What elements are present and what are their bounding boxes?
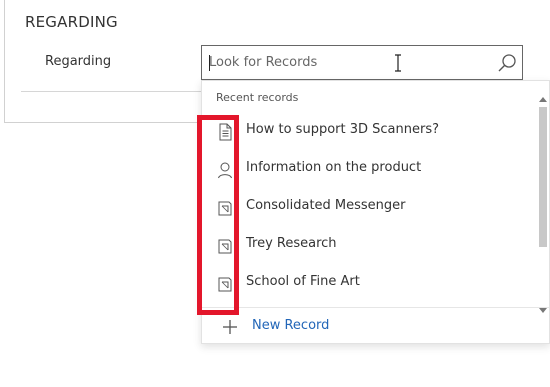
record-label: Trey Research: [246, 236, 337, 251]
recent-record-item[interactable]: Consolidated Messenger: [202, 189, 536, 227]
field-divider: [21, 91, 207, 92]
regarding-field-label: Regarding: [45, 54, 112, 69]
record-label: Information on the product: [246, 160, 422, 175]
recent-record-item[interactable]: Trey Research: [202, 227, 536, 265]
text-caret: [209, 55, 210, 71]
recent-records-heading: Recent records: [216, 91, 299, 104]
plus-icon: [223, 320, 237, 334]
new-record-label: New Record: [252, 318, 330, 333]
scroll-up-arrow-icon[interactable]: [539, 97, 547, 102]
scrollbar-thumb[interactable]: [539, 107, 547, 247]
lookup-results-dropdown: Recent records How to support 3D Scanner…: [201, 80, 550, 344]
account-icon: [218, 201, 232, 216]
record-label: Consolidated Messenger: [246, 198, 406, 213]
regarding-lookup-field[interactable]: [201, 45, 523, 80]
recent-record-item[interactable]: School of Fine Art: [202, 265, 536, 303]
document-icon: [219, 123, 232, 141]
account-icon: [218, 239, 232, 254]
record-label: How to support 3D Scanners?: [246, 122, 439, 137]
text-cursor-icon: [395, 54, 401, 72]
search-icon[interactable]: [496, 52, 518, 74]
contact-icon: [218, 162, 232, 179]
account-icon: [218, 277, 232, 292]
results-scrollbar[interactable]: [536, 93, 549, 313]
recent-record-item[interactable]: How to support 3D Scanners?: [202, 113, 536, 151]
new-record-button[interactable]: New Record: [202, 307, 549, 345]
lookup-search-input[interactable]: [209, 46, 489, 79]
section-title: REGARDING: [25, 13, 118, 31]
record-label: School of Fine Art: [246, 274, 360, 289]
recent-record-item[interactable]: Information on the product: [202, 151, 536, 189]
